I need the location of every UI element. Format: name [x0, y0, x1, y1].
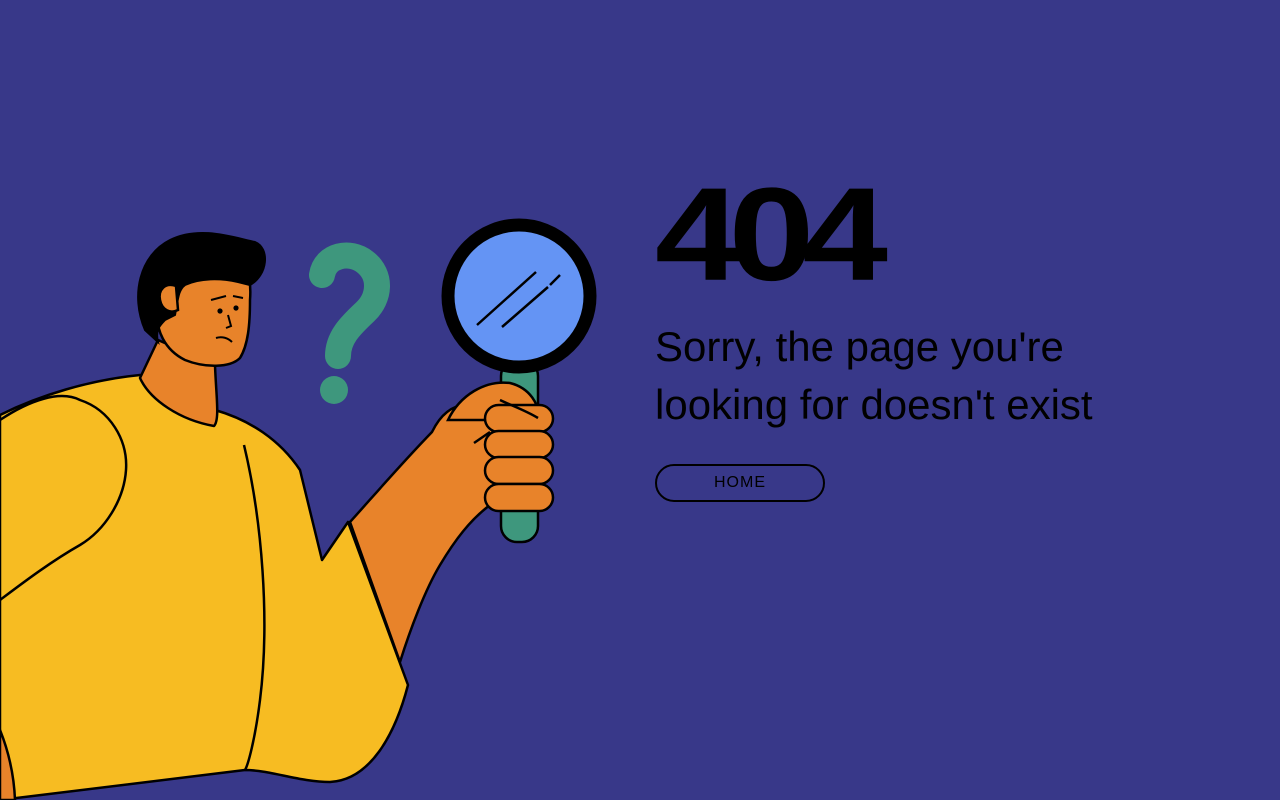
home-button[interactable]: HOME [655, 464, 825, 502]
ear [158, 283, 180, 313]
error-code: 404 [655, 160, 888, 309]
right-eye [233, 305, 239, 311]
error-message: Sorry, the page you're looking for doesn… [655, 323, 1093, 428]
shirt [0, 373, 410, 800]
error-page: 404 Sorry, the page you're looking for d… [0, 0, 1280, 800]
magnifying-glass-icon [441, 218, 597, 374]
confused-person-illustration [0, 218, 597, 800]
question-mark-icon [309, 242, 390, 404]
left-eye [217, 308, 223, 314]
error-content: 404 Sorry, the page you're looking for d… [655, 168, 1215, 502]
